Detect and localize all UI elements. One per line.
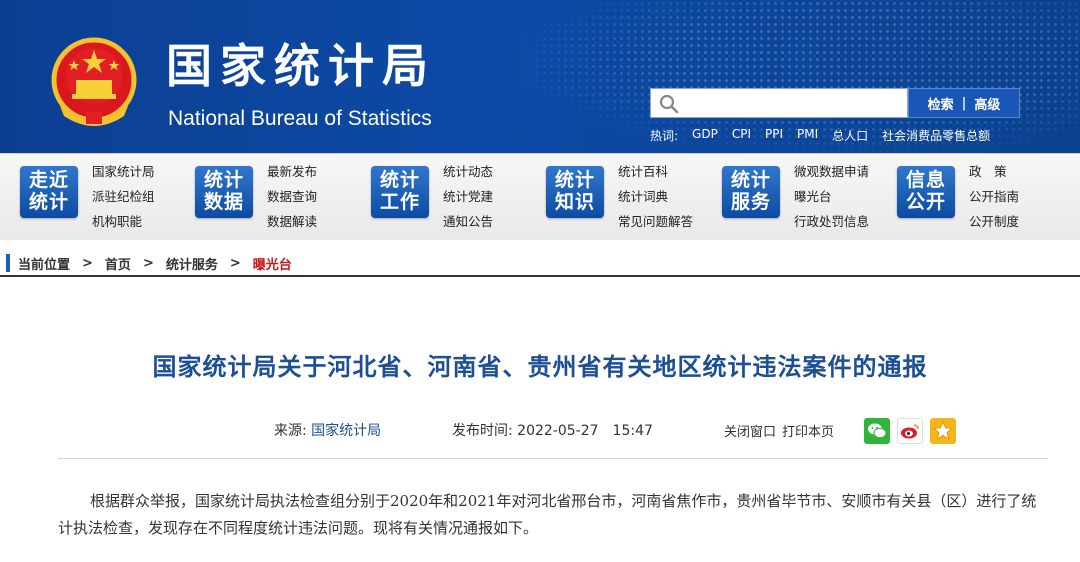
nav-link[interactable]: 统计动态 [443,162,493,181]
site-title-cn: 国家统计局 [166,39,436,93]
nav-badge-data[interactable]: 统计 数据 [195,166,253,218]
breadcrumb-current[interactable]: 曝光台 [253,254,292,273]
breadcrumb-marker [6,254,10,272]
national-emblem-icon [51,37,137,126]
close-window-button[interactable]: 关闭窗口 [724,421,776,440]
nav-link[interactable]: 派驻纪检组 [92,187,155,206]
hot-words-label: 热词: [650,129,679,143]
hot-word-ppi[interactable]: PPI [765,127,783,144]
chevron-right-icon: > [229,255,241,271]
chevron-right-icon: > [142,255,154,271]
search-box [650,88,908,118]
nav-link[interactable]: 微观数据申请 [794,162,869,181]
advanced-search-button[interactable]: 高级 [974,94,1000,113]
chevron-right-icon: > [82,255,93,271]
nav-badge-knowledge[interactable]: 统计 知识 [546,166,604,218]
hot-word-pmi[interactable]: PMI [797,127,818,144]
time-value: 2022-05-27 15:47 [517,423,653,439]
main-nav: 走近 统计 国家统计局派驻纪检组机构职能 统计 数据 最新发布数据查询数据解读 统计… [0,153,1080,240]
nav-link[interactable]: 统计百科 [618,162,693,181]
article-title: 国家统计局关于河北省、河南省、贵州省有关地区统计违法案件的通报 [152,353,928,381]
site-title-en: National Bureau of Statistics [168,107,432,130]
nav-badge-about[interactable]: 走近 统计 [20,166,78,218]
hot-words: 热词: GDP CPI PPI PMI 总人口 社会消费品零售总额 [650,127,990,144]
nav-link[interactable]: 常见问题解答 [618,212,693,231]
article-body: 根据群众举报，国家统计局执法检查组分别于2020年和2021年对河北省邢台市，河… [58,492,1037,537]
site-header: 国家统计局 National Bureau of Statistics 检索 |… [0,0,1080,153]
hot-word-retail-sales[interactable]: 社会消费品零售总额 [882,127,990,144]
article-actions: 关闭窗口 打印本页 [724,421,834,440]
nav-link[interactable]: 国家统计局 [92,162,155,181]
search-input[interactable] [651,89,907,117]
time-label: 发布时间: [452,423,513,439]
article-time: 发布时间: 2022-05-27 15:47 [452,420,653,440]
nav-link[interactable]: 公开指南 [969,187,1019,206]
article-source: 来源: 国家统计局 [274,420,381,440]
wechat-share-icon[interactable] [864,418,890,444]
source-label: 来源: [274,423,307,439]
nav-link[interactable]: 最新发布 [267,162,317,181]
nav-link[interactable]: 公开制度 [969,212,1019,231]
separator: | [961,95,967,111]
hot-word-gdp[interactable]: GDP [692,127,718,144]
nav-link[interactable]: 数据查询 [267,187,317,206]
breadcrumb-service[interactable]: 统计服务 [166,254,218,273]
print-page-button[interactable]: 打印本页 [782,421,834,440]
weibo-share-icon[interactable] [897,418,923,444]
nav-link[interactable]: 数据解读 [267,212,317,231]
breadcrumb: 当前位置 > 首页 > 统计服务 > 曝光台 [0,251,1080,277]
nav-link[interactable]: 统计词典 [618,187,693,206]
breadcrumb-label: 当前位置 [18,257,71,273]
nav-link[interactable]: 机构职能 [92,212,155,231]
nav-link[interactable]: 通知公告 [443,212,493,231]
source-value: 国家统计局 [311,423,382,439]
nav-badge-disclosure[interactable]: 信息 公开 [897,166,955,218]
qzone-share-icon[interactable] [930,418,956,444]
nav-badge-work[interactable]: 统计 工作 [371,166,429,218]
search-button[interactable]: 检索 [928,94,954,113]
nav-badge-service[interactable]: 统计 服务 [722,166,780,218]
search-icon [659,94,679,114]
nav-link[interactable]: 政 策 [969,162,1019,181]
nav-link[interactable]: 行政处罚信息 [794,212,869,231]
nav-link[interactable]: 统计党建 [443,187,493,206]
hot-word-cpi[interactable]: CPI [732,127,751,144]
search-buttons: 检索 | 高级 [908,88,1020,118]
hot-word-population[interactable]: 总人口 [832,127,868,144]
nav-link[interactable]: 曝光台 [794,187,869,206]
breadcrumb-home[interactable]: 首页 [105,254,131,273]
divider [58,458,1048,459]
